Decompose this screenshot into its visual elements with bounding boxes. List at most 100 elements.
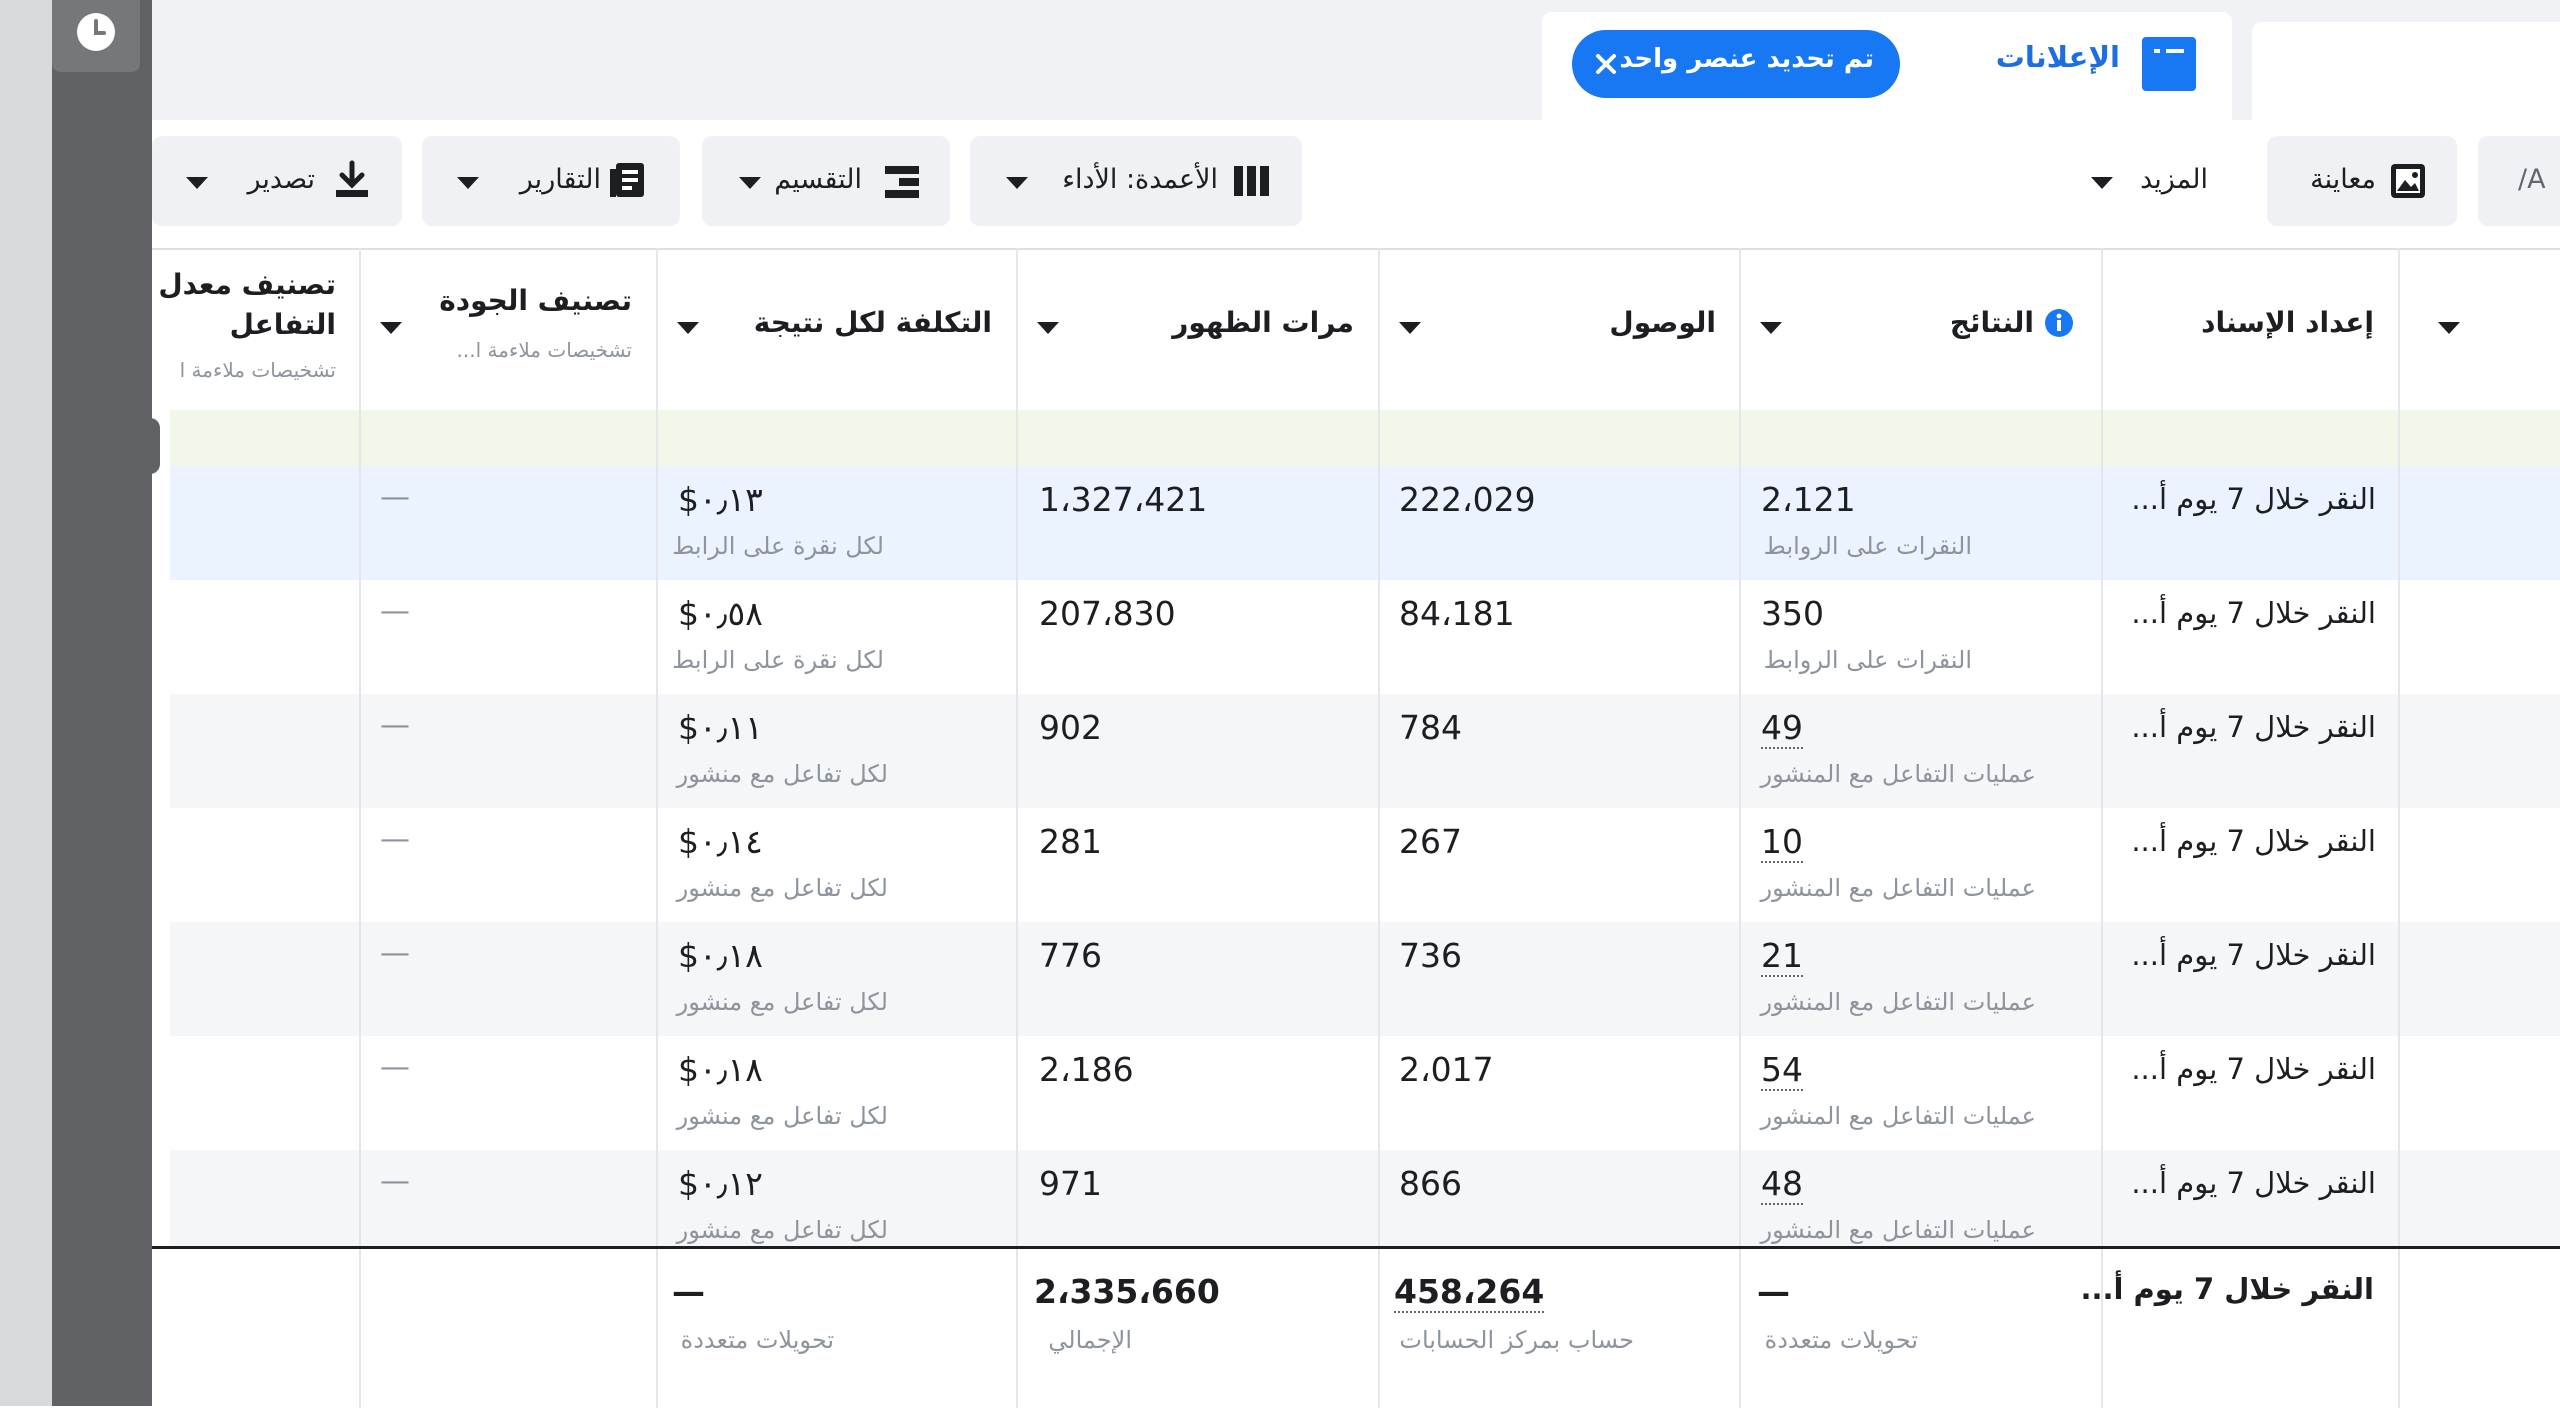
clock-icon[interactable] bbox=[75, 11, 117, 53]
results-value[interactable]: 49 bbox=[1761, 708, 1803, 749]
totals-impressions-sub: الإجمالي bbox=[1048, 1326, 1132, 1354]
chevron-down-icon[interactable] bbox=[1760, 322, 1782, 334]
impressions-value: 971 bbox=[1039, 1164, 1102, 1203]
info-icon[interactable] bbox=[2044, 308, 2074, 338]
highlight-row bbox=[170, 410, 2560, 466]
column-divider bbox=[2398, 410, 2400, 1406]
panel-resize-handle[interactable] bbox=[140, 418, 160, 474]
impressions-value: 281 bbox=[1039, 822, 1102, 861]
columns-label: الأعمدة: الأداء bbox=[1062, 164, 1218, 195]
selection-chip-label: تم تحديد عنصر واحد bbox=[1619, 44, 1874, 74]
reach-value: 2،017 bbox=[1399, 1050, 1494, 1089]
impressions-value: 776 bbox=[1039, 936, 1102, 975]
totals-cost-sub: تحويلات متعددة bbox=[680, 1326, 834, 1354]
column-header-results[interactable]: النتائج bbox=[1950, 306, 2034, 339]
column-divider bbox=[1016, 248, 1018, 408]
column-divider bbox=[2398, 248, 2400, 408]
column-divider bbox=[1739, 410, 1741, 1406]
header-divider bbox=[152, 248, 2560, 250]
impressions-value: 902 bbox=[1039, 708, 1102, 747]
left-edge-strip bbox=[0, 0, 52, 1406]
preview-label: معاينة bbox=[2310, 164, 2376, 195]
totals-results: — bbox=[1757, 1272, 1790, 1311]
column-divider bbox=[2101, 410, 2103, 1406]
column-header-cost-per-result[interactable]: التكلفة لكل نتيجة bbox=[754, 306, 992, 339]
column-header-engagement-ranking[interactable]: تصنيف معدل bbox=[158, 268, 336, 301]
column-divider bbox=[1739, 248, 1741, 408]
results-type: عمليات التفاعل مع المنشور bbox=[1760, 988, 2036, 1016]
cost-value: ٠٫١٨$ bbox=[678, 1050, 763, 1089]
reach-value: 866 bbox=[1399, 1164, 1462, 1203]
column-subheader-engagement: تشخيصات ملاءمة ا bbox=[179, 358, 336, 382]
chevron-down-icon bbox=[2091, 177, 2113, 189]
impressions-value: 1،327،421 bbox=[1039, 480, 1208, 519]
cost-type: لكل تفاعل مع منشور bbox=[676, 874, 888, 902]
quality-value: — bbox=[380, 822, 410, 857]
cost-value: ٠٫١٣$ bbox=[678, 480, 763, 519]
more-label: المزيد bbox=[2140, 164, 2208, 195]
results-type: عمليات التفاعل مع المنشور bbox=[1760, 760, 2036, 788]
quality-value: — bbox=[380, 480, 410, 515]
results-type: النقرات على الروابط bbox=[1763, 532, 1972, 560]
column-header-reach[interactable]: الوصول bbox=[1609, 306, 1716, 339]
cost-value: ٠٫١٢$ bbox=[678, 1164, 763, 1203]
reach-value: 267 bbox=[1399, 822, 1462, 861]
results-type: عمليات التفاعل مع المنشور bbox=[1760, 1102, 2036, 1130]
results-type: النقرات على الروابط bbox=[1763, 646, 1972, 674]
export-label: تصدير bbox=[247, 164, 315, 195]
column-header-attribution[interactable]: إعداد الإسناد bbox=[2201, 306, 2374, 339]
cost-type: لكل تفاعل مع منشور bbox=[676, 1102, 888, 1130]
reports-icon bbox=[610, 163, 644, 197]
quality-value: — bbox=[380, 594, 410, 629]
column-header-impressions[interactable]: مرات الظهور bbox=[1172, 306, 1354, 339]
results-type: عمليات التفاعل مع المنشور bbox=[1760, 874, 2036, 902]
cost-type: لكل نقرة على الرابط bbox=[672, 646, 884, 674]
column-header-quality-ranking[interactable]: تصنيف الجودة bbox=[439, 284, 632, 317]
results-value[interactable]: 54 bbox=[1761, 1050, 1803, 1091]
ab-test-label: A/ bbox=[2518, 164, 2546, 195]
results-value[interactable]: 21 bbox=[1761, 936, 1803, 977]
results-value[interactable]: 10 bbox=[1761, 822, 1803, 863]
chevron-down-icon[interactable] bbox=[2438, 322, 2460, 334]
cost-value: ٠٫١١$ bbox=[678, 708, 763, 747]
reach-value: 736 bbox=[1399, 936, 1462, 975]
column-divider bbox=[359, 248, 361, 408]
cost-type: لكل نقرة على الرابط bbox=[672, 532, 884, 560]
totals-attribution: النقر خلال 7 يوم أ... bbox=[2080, 1272, 2374, 1306]
column-divider bbox=[656, 248, 658, 408]
impressions-value: 2،186 bbox=[1039, 1050, 1134, 1089]
tab-ads-label: الإعلانات bbox=[1995, 40, 2120, 74]
cost-type: لكل تفاعل مع منشور bbox=[676, 760, 888, 788]
totals-results-sub: تحويلات متعددة bbox=[1764, 1326, 1918, 1354]
reach-value: 84،181 bbox=[1399, 594, 1515, 633]
cost-value: ٠٫٥٨$ bbox=[678, 594, 763, 633]
column-divider bbox=[1378, 248, 1380, 408]
attribution-setting: النقر خلال 7 يوم أ... bbox=[2131, 938, 2376, 972]
chevron-down-icon bbox=[186, 177, 208, 189]
column-divider bbox=[656, 410, 658, 1406]
results-value[interactable]: 48 bbox=[1761, 1164, 1803, 1205]
cost-value: ٠٫١٨$ bbox=[678, 936, 763, 975]
cost-type: لكل تفاعل مع منشور bbox=[676, 988, 888, 1016]
tab-adsets[interactable] bbox=[2252, 22, 2560, 120]
chevron-down-icon[interactable] bbox=[1399, 322, 1421, 334]
column-divider bbox=[1016, 410, 1018, 1406]
totals-cost: — bbox=[672, 1272, 705, 1311]
reports-label: التقارير bbox=[519, 164, 601, 195]
attribution-setting: النقر خلال 7 يوم أ... bbox=[2131, 1052, 2376, 1086]
side-panel-bar bbox=[52, 0, 152, 1406]
column-header-engagement-ranking-line2[interactable]: التفاعل bbox=[230, 308, 336, 341]
attribution-setting: النقر خلال 7 يوم أ... bbox=[2131, 710, 2376, 744]
results-value: 350 bbox=[1761, 594, 1824, 633]
column-divider bbox=[359, 410, 361, 1406]
chevron-down-icon[interactable] bbox=[677, 322, 699, 334]
chevron-down-icon[interactable] bbox=[1037, 322, 1059, 334]
close-icon[interactable] bbox=[1588, 46, 1624, 82]
results-type: عمليات التفاعل مع المنشور bbox=[1760, 1216, 2036, 1244]
column-divider bbox=[2101, 248, 2103, 408]
attribution-setting: النقر خلال 7 يوم أ... bbox=[2131, 596, 2376, 630]
totals-reach[interactable]: 458،264 bbox=[1394, 1272, 1545, 1313]
quality-value: — bbox=[380, 936, 410, 971]
attribution-setting: النقر خلال 7 يوم أ... bbox=[2131, 482, 2376, 516]
chevron-down-icon[interactable] bbox=[380, 322, 402, 334]
